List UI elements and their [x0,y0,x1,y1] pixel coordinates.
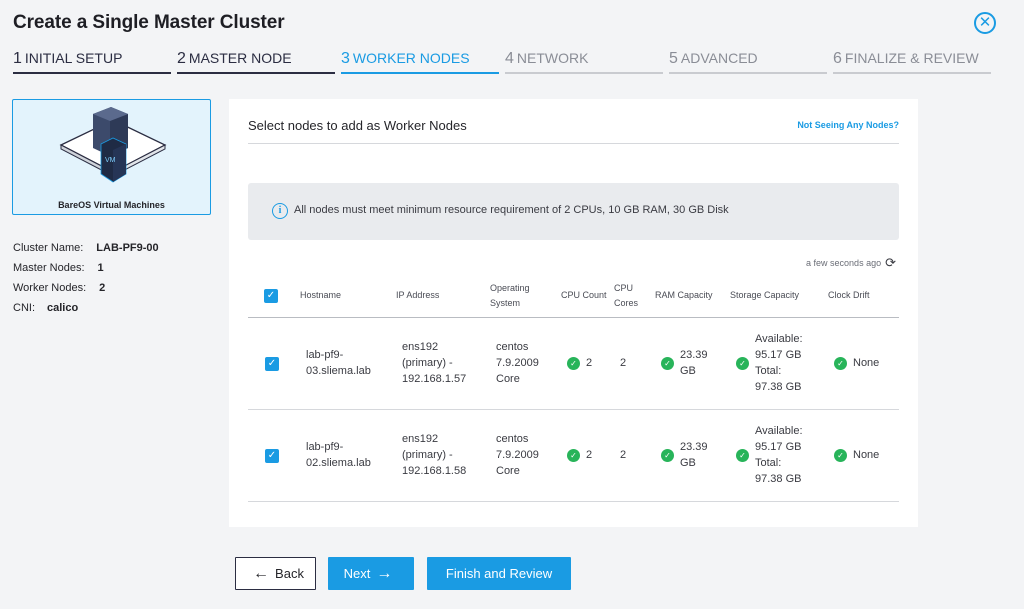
cell-cpu-count: ✓ 2 [561,409,614,502]
back-button[interactable]: ← Back [235,557,316,590]
check-icon: ✓ [834,356,847,370]
cell-hostname: lab-pf9-02.sliema.lab [300,409,396,502]
check-icon: ✓ [567,356,580,370]
table-row[interactable]: ✓ lab-pf9-02.sliema.lab ens192 (primary)… [248,409,899,502]
step-worker-nodes[interactable]: 3 WORKER NODES [341,50,499,74]
cell-os: centos 7.9.2009 Core [490,317,561,410]
nodes-table: ✓ Hostname IP Address Operating System C… [248,275,899,502]
col-clock-drift[interactable]: Clock Drift [828,275,899,318]
step-network[interactable]: 4 NETWORK [505,50,663,74]
svg-text:VM: VM [105,157,116,164]
master-nodes-value: 1 [97,262,104,274]
arrow-left-icon: ← [253,564,270,582]
select-all-cell: ✓ [248,275,300,318]
cell-cpu-cores: 2 [614,317,655,410]
cloud-provider-card: VM BareOS Virtual Machines [12,99,211,215]
refresh-icon[interactable]: ⟳ [885,255,896,270]
col-cpu-count[interactable]: CPU Count [561,275,614,318]
bareos-vm-illustration: VM [59,107,167,183]
info-banner: i All nodes must meet minimum resource r… [248,183,899,240]
cell-cpu-cores: 2 [614,409,655,502]
row-checkbox[interactable]: ✓ [265,449,279,463]
table-row[interactable]: ✓ lab-pf9-03.sliema.lab ens192 (primary)… [248,317,899,410]
table-header-row: ✓ Hostname IP Address Operating System C… [248,275,899,318]
col-ip[interactable]: IP Address [396,275,490,318]
step-master-node[interactable]: 2 MASTER NODE [177,50,335,74]
worker-nodes-card: Select nodes to add as Worker Nodes Not … [229,99,918,527]
not-seeing-nodes-link[interactable]: Not Seeing Any Nodes? [797,120,899,130]
cell-ip: ens192 (primary) - 192.168.1.58 [396,409,490,502]
master-nodes-label: Master Nodes: [13,262,85,274]
cluster-name-value: LAB-PF9-00 [96,242,159,254]
cell-ram: ✓ 23.39 GB [655,317,730,410]
cell-clock-drift: ✓ None [828,409,899,502]
check-icon: ✓ [661,448,674,462]
col-storage[interactable]: Storage Capacity [730,275,828,318]
provider-label: BareOS Virtual Machines [58,200,165,210]
info-text: All nodes must meet minimum resource req… [294,204,729,216]
worker-nodes-label: Worker Nodes: [13,282,87,294]
row-select-cell: ✓ [248,409,300,502]
select-all-checkbox[interactable]: ✓ [264,289,278,304]
cni-value: calico [47,302,79,314]
next-button[interactable]: Next → [328,557,414,590]
check-icon: ✓ [567,448,580,462]
cni-label: CNI: [13,302,35,314]
step-initial-setup[interactable]: 1 INITIAL SETUP [13,50,171,74]
cell-ip: ens192 (primary) - 192.168.1.57 [396,317,490,410]
col-os[interactable]: Operating System [490,275,561,318]
page-title: Create a Single Master Cluster [13,12,285,33]
cell-storage: ✓ Available: 95.17 GB Total: 97.38 GB [730,317,828,410]
check-icon: ✓ [736,448,749,462]
last-refreshed: a few seconds ago [806,258,882,268]
col-cpu-cores[interactable]: CPU Cores [614,275,655,318]
cell-clock-drift: ✓ None [828,317,899,410]
col-hostname[interactable]: Hostname [300,275,396,318]
finish-and-review-button[interactable]: Finish and Review [427,557,571,590]
cell-ram: ✓ 23.39 GB [655,409,730,502]
cluster-name-label: Cluster Name: [13,242,84,254]
cell-cpu-count: ✓ 2 [561,317,614,410]
wizard-steps: 1 INITIAL SETUP 2 MASTER NODE 3 WORKER NODE… [13,50,993,74]
col-ram[interactable]: RAM Capacity [655,275,730,318]
divider [248,143,899,144]
check-icon: ✓ [834,448,847,462]
info-icon: i [272,203,288,219]
close-icon[interactable]: ✕ [974,12,996,34]
cell-storage: ✓ Available: 95.17 GB Total: 97.38 GB [730,409,828,502]
step-finalize-review[interactable]: 6 FINALIZE & REVIEW [833,50,991,74]
refresh-status: a few seconds ago ⟳ [806,255,896,271]
check-icon: ✓ [736,356,749,370]
row-checkbox[interactable]: ✓ [265,357,279,371]
cell-os: centos 7.9.2009 Core [490,409,561,502]
worker-nodes-value: 2 [99,282,106,294]
cell-hostname: lab-pf9-03.sliema.lab [300,317,396,410]
check-icon: ✓ [661,356,674,370]
step-advanced[interactable]: 5 ADVANCED [669,50,827,74]
cluster-summary: Cluster Name: LAB-PF9-00 Master Nodes: 1 W… [13,238,159,318]
arrow-right-icon: → [376,564,393,582]
card-heading: Select nodes to add as Worker Nodes [248,118,467,133]
row-select-cell: ✓ [248,317,300,410]
